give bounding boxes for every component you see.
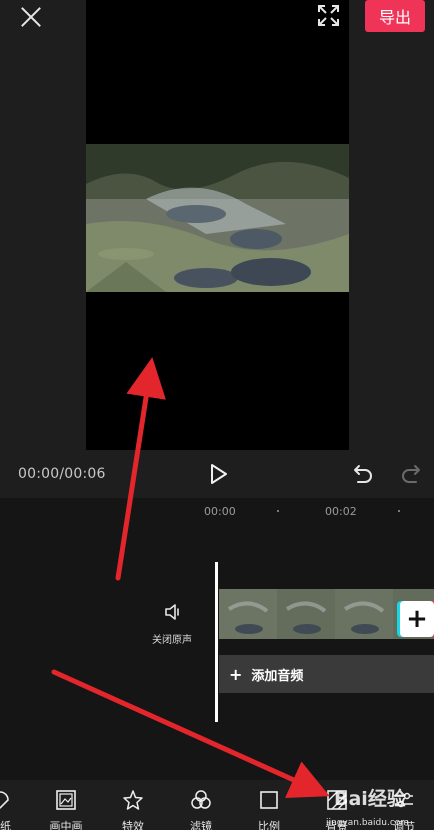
ratio-icon [260, 791, 278, 809]
effects-icon [123, 790, 143, 810]
mute-original-sound-label[interactable]: 关闭原声 [152, 631, 192, 646]
preview-area: 导出 00:00/00:06 [0, 0, 434, 498]
video-frame [86, 144, 349, 292]
plus-icon: + [229, 664, 243, 684]
toolbar-item-label: 滤镜 [190, 820, 212, 830]
ruler-dot [398, 510, 400, 512]
watermark-logo: Bai经验 [334, 788, 406, 810]
speaker-icon[interactable] [163, 602, 183, 622]
playhead[interactable] [215, 562, 218, 722]
toolbar-item-ratio[interactable]: 比例 [239, 780, 299, 830]
toolbar-item-label: 贴纸 [0, 820, 11, 830]
ruler-dot [277, 510, 279, 512]
toolbar-item-effects[interactable]: 特效 [103, 780, 163, 830]
sticker-icon [0, 791, 9, 809]
toolbar-item-filter[interactable]: 滤镜 [171, 780, 231, 830]
video-thumbnail-image [86, 144, 349, 292]
video-canvas[interactable] [86, 0, 349, 450]
toolbar-item-label: 特效 [122, 820, 144, 830]
add-audio-label: 添加音频 [251, 668, 304, 684]
toolbar-item-sticker[interactable]: 贴纸 [0, 780, 30, 830]
add-audio-button[interactable]: + 添加音频 [219, 655, 434, 693]
add-clip-button[interactable]: + [400, 601, 434, 637]
toolbar-item-label: 画中画 [49, 820, 83, 830]
export-button[interactable]: 导出 [365, 0, 425, 32]
play-icon[interactable] [210, 464, 228, 484]
export-button-label: 导出 [378, 8, 411, 27]
watermark-url: jingyan.baidu.com [326, 818, 410, 828]
add-clip-symbol: + [406, 604, 428, 634]
redo-icon[interactable] [400, 462, 422, 484]
picture-in-picture-icon [56, 790, 76, 810]
toolbar-item-pip[interactable]: 画中画 [36, 780, 96, 830]
ruler-tick-label: 00:02 [325, 505, 357, 518]
fullscreen-icon[interactable] [318, 5, 339, 26]
filter-icon [191, 790, 211, 809]
close-icon[interactable] [20, 6, 42, 28]
undo-icon[interactable] [352, 462, 374, 484]
ruler-tick-label: 00:00 [204, 505, 236, 518]
time-readout: 00:00/00:06 [18, 466, 106, 482]
toolbar-item-label: 比例 [258, 820, 280, 830]
